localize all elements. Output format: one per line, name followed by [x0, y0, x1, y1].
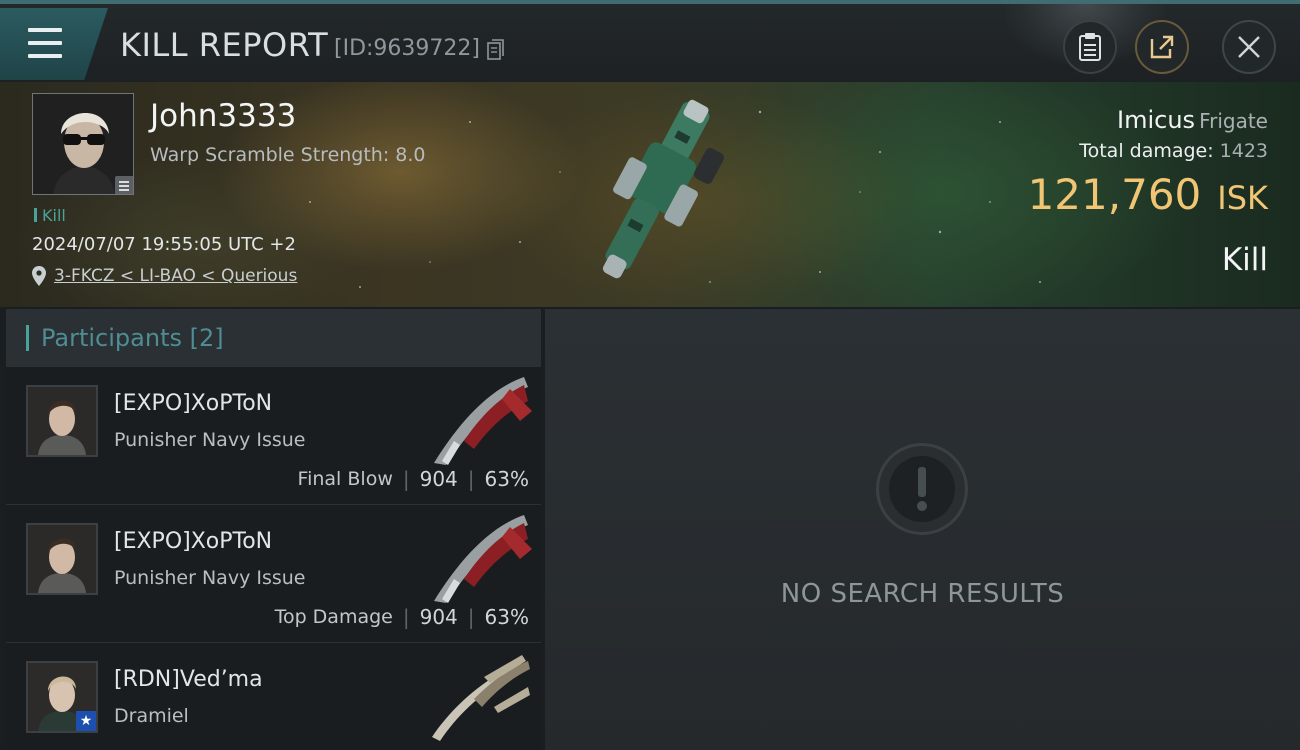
- stats-divider: |: [402, 467, 410, 491]
- participant-role: Final Blow: [297, 468, 393, 490]
- participant-portrait: [28, 387, 96, 455]
- participants-header: Participants [2]: [6, 309, 541, 367]
- victim-banner: John3333 Warp Scramble Strength: 8.0 Kil…: [0, 82, 1300, 307]
- hamburger-icon-bar: [28, 41, 62, 45]
- participant-row[interactable]: ★ [RDN]Ved’ma Dramiel: [6, 643, 541, 750]
- participant-ship: Punisher Navy Issue: [114, 567, 306, 589]
- share-button[interactable]: [1135, 20, 1189, 74]
- participant-ship: Punisher Navy Issue: [114, 429, 306, 451]
- participant-name[interactable]: [RDN]Ved’ma: [114, 667, 263, 692]
- avatar-menu-icon[interactable]: [115, 176, 133, 194]
- participant-name[interactable]: [EXPO]XoPToN: [114, 529, 272, 554]
- participant-avatar[interactable]: [26, 523, 98, 595]
- location-pin-icon: [32, 266, 46, 286]
- victim-ship-image: [602, 99, 725, 279]
- location-link[interactable]: 3-FKCZ < LI-BAO < Querious: [54, 266, 297, 286]
- warp-scramble-strength: Warp Scramble Strength: 8.0: [150, 144, 426, 166]
- isk-unit: ISK: [1217, 179, 1268, 217]
- participant-role: Top Damage: [274, 606, 393, 628]
- isk-amount: 121,760: [1027, 170, 1202, 219]
- total-damage: Total damage: 1423: [1079, 140, 1268, 162]
- clipboard-icon: [1079, 33, 1101, 61]
- clipboard-button[interactable]: [1063, 20, 1117, 74]
- participant-avatar[interactable]: ★: [26, 661, 98, 733]
- kill-location[interactable]: 3-FKCZ < LI-BAO < Querious: [32, 266, 297, 286]
- participant-portrait: [28, 525, 96, 593]
- stats-divider: |: [467, 605, 475, 629]
- participants-label: Participants: [41, 324, 182, 352]
- share-icon: [1150, 35, 1174, 59]
- isk-value: 121,760 ISK: [1028, 170, 1268, 219]
- participant-percent: 63%: [484, 467, 529, 491]
- no-results-message: NO SEARCH RESULTS: [780, 579, 1065, 609]
- result-label: Kill: [1221, 242, 1268, 278]
- close-icon: [1238, 36, 1260, 58]
- total-damage-label: Total damage:: [1079, 140, 1214, 162]
- page-title: KILL REPORT: [120, 26, 329, 64]
- stats-divider: |: [467, 467, 475, 491]
- hamburger-icon: [28, 28, 62, 32]
- participant-stats: Top Damage | 904 | 63%: [275, 605, 529, 629]
- participant-name[interactable]: [EXPO]XoPToN: [114, 391, 272, 416]
- total-damage-value: 1423: [1219, 140, 1268, 162]
- exclamation-icon: [917, 467, 927, 511]
- participants-panel: Participants [2] [EXPO]XoPToN Punisher N…: [6, 309, 541, 750]
- participant-ship-image: [434, 515, 532, 603]
- participant-ship-image: [432, 655, 530, 741]
- ship-name[interactable]: Imicus: [1117, 106, 1195, 134]
- participant-stats: Final Blow | 904 | 63%: [298, 467, 529, 491]
- stats-divider: |: [402, 605, 410, 629]
- close-button[interactable]: [1222, 20, 1276, 74]
- menu-button[interactable]: [0, 8, 108, 80]
- copy-icon[interactable]: [487, 39, 505, 61]
- participant-ship: Dramiel: [114, 705, 189, 727]
- participant-damage: 904: [419, 605, 458, 629]
- ship-class: Frigate: [1199, 109, 1268, 133]
- kill-tag: Kill: [34, 206, 66, 225]
- alert-icon-inner: [889, 456, 955, 522]
- victim-avatar[interactable]: [32, 93, 134, 195]
- participant-avatar[interactable]: [26, 385, 98, 457]
- participant-damage: 904: [419, 467, 458, 491]
- results-panel: NO SEARCH RESULTS: [545, 309, 1300, 750]
- participants-count: [2]: [189, 324, 224, 352]
- top-bar: KILL REPORT [ID:9639722]: [0, 0, 1300, 82]
- participant-ship-image: [434, 377, 532, 465]
- hamburger-icon-bar: [28, 54, 62, 58]
- star-badge-icon: ★: [76, 711, 96, 731]
- participant-row[interactable]: [EXPO]XoPToN Punisher Navy Issue Final B…: [6, 367, 541, 505]
- victim-ship-type: Imicus Frigate: [1117, 106, 1268, 134]
- report-id: [ID:9639722]: [334, 36, 480, 61]
- victim-name[interactable]: John3333: [150, 98, 296, 134]
- participant-row[interactable]: [EXPO]XoPToN Punisher Navy Issue Top Dam…: [6, 505, 541, 643]
- kill-datetime: 2024/07/07 19:55:05 UTC +2: [32, 234, 296, 255]
- participant-percent: 63%: [484, 605, 529, 629]
- alert-icon: [876, 443, 968, 535]
